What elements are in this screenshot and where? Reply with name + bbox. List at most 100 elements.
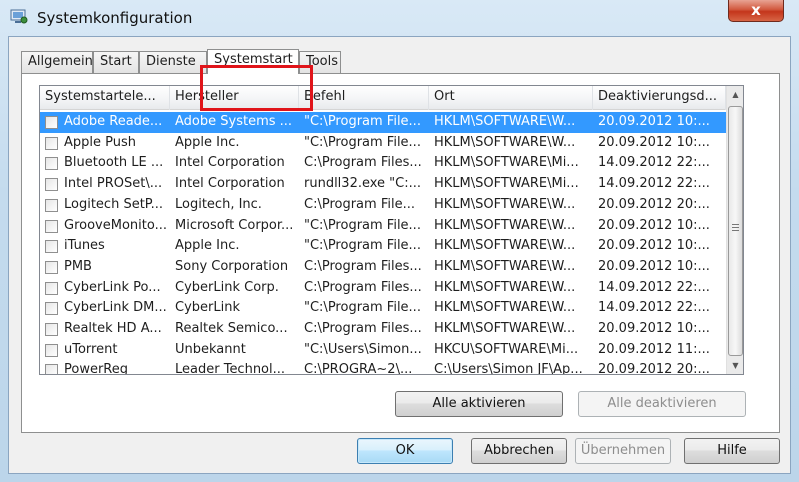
cell-location: HKCU\SOFTWARE\Mi... (434, 341, 579, 357)
table-row[interactable]: Realtek HD A... Realtek Semico... C:\Progr… (40, 319, 726, 340)
scrollbar-thumb[interactable] (728, 106, 743, 356)
cell-location: HKLM\SOFTWARE\Mi... (434, 176, 579, 192)
table-row[interactable]: Apple Push Apple Inc. "C:\Program File... H… (40, 133, 726, 154)
cell-startup-item: CyberLink DM... (64, 300, 167, 316)
cell-command: "C:\Program File... (304, 238, 421, 254)
cell-disabled-date: 14.09.2012 22:... (598, 300, 710, 316)
cell-disabled-date: 20.09.2012 11:... (598, 341, 710, 357)
list-header: Systemstartele... Hersteller Befehl Ort … (40, 86, 726, 110)
cell-disabled-date: 20.09.2012 10:... (598, 238, 710, 254)
cell-location: HKLM\SOFTWARE\W... (434, 258, 576, 274)
row-checkbox[interactable] (45, 260, 58, 274)
cell-manufacturer: Leader Technol... (175, 362, 286, 375)
table-row[interactable]: Intel PROSet\... Intel Corporation rundll3… (40, 174, 726, 195)
cell-location: HKLM\SOFTWARE\W... (434, 238, 576, 254)
cell-manufacturer: CyberLink (175, 300, 240, 316)
cell-disabled-date: 14.09.2012 22:... (598, 155, 710, 171)
cell-command: "C:\Program File... (304, 114, 421, 129)
table-row[interactable]: CyberLink DM... CyberLink "C:\Program File… (40, 298, 726, 319)
row-checkbox[interactable] (45, 178, 58, 192)
row-checkbox[interactable] (45, 302, 58, 316)
cell-manufacturer: Intel Corporation (175, 155, 285, 171)
table-row[interactable]: PowerReg Leader Technol... C:\PROGRA~2\...… (40, 360, 726, 375)
enable-all-button[interactable]: Alle aktivieren (395, 391, 563, 417)
table-row[interactable]: Logitech SetP... Logitech, Inc. C:\Program… (40, 195, 726, 216)
cell-manufacturer: Unbekannt (175, 341, 246, 357)
table-row[interactable]: GrooveMonito... Microsoft Corpor... "C:\Pr… (40, 216, 726, 237)
row-checkbox[interactable] (45, 136, 58, 150)
row-checkbox[interactable] (45, 343, 58, 357)
cell-command: C:\Program Files... (304, 258, 422, 274)
table-row[interactable]: PMB Sony Corporation C:\Program Files... HK… (40, 257, 726, 278)
row-checkbox[interactable] (45, 281, 58, 295)
cell-command: "C:\Program File... (304, 134, 421, 150)
table-row[interactable]: Bluetooth LE ... Intel Corporation C:\Prog… (40, 153, 726, 174)
cell-command: "C:\Program File... (304, 217, 421, 233)
cell-manufacturer: Apple Inc. (175, 238, 240, 254)
cell-disabled-date: 20.09.2012 10:... (598, 321, 710, 336)
cell-command: rundll32.exe "C:... (304, 176, 421, 192)
disable-all-button[interactable]: Alle deaktivieren (578, 391, 746, 417)
cell-startup-item: Adobe Reade... (64, 114, 163, 129)
cell-startup-item: GrooveMonito... (64, 217, 167, 233)
cell-disabled-date: 20.09.2012 10:... (598, 258, 710, 274)
column-header-disabled-date[interactable]: Deaktivierungsd... (593, 86, 726, 110)
annotation-highlight-box (200, 65, 313, 111)
cell-startup-item: Intel PROSet\... (64, 176, 163, 192)
tab-allgemein[interactable]: Allgemein (21, 51, 93, 73)
row-checkbox[interactable] (45, 198, 58, 212)
table-row[interactable]: CyberLink Po... CyberLink Corp. C:\Program… (40, 278, 726, 299)
cell-startup-item: CyberLink Po... (64, 279, 161, 295)
cell-disabled-date: 14.09.2012 22:... (598, 176, 710, 192)
table-row[interactable]: iTunes Apple Inc. "C:\Program File... HKLM\… (40, 236, 726, 257)
cell-disabled-date: 14.09.2012 22:... (598, 279, 710, 295)
cell-command: "C:\Program File... (304, 300, 421, 316)
cell-startup-item: iTunes (64, 238, 105, 254)
cell-location: HKLM\SOFTWARE\W... (434, 279, 576, 295)
cell-disabled-date: 20.09.2012 10:... (598, 114, 710, 129)
window-title: Systemkonfiguration (37, 9, 193, 27)
cell-location: HKLM\SOFTWARE\W... (434, 300, 576, 316)
help-button[interactable]: Hilfe (684, 438, 780, 464)
cell-startup-item: Bluetooth LE ... (64, 155, 164, 171)
cell-disabled-date: 20.09.2012 10:... (598, 217, 710, 233)
cell-manufacturer: CyberLink Corp. (175, 279, 279, 295)
row-checkbox[interactable] (45, 240, 58, 254)
title-bar[interactable]: Systemkonfiguration x (0, 0, 799, 36)
row-checkbox[interactable] (45, 157, 58, 171)
cell-disabled-date: 20.09.2012 20:... (598, 196, 710, 212)
apply-button[interactable]: Übernehmen (575, 438, 671, 464)
msconfig-window-icon (10, 9, 28, 25)
close-button[interactable]: x (728, 0, 784, 22)
cell-location: HKLM\SOFTWARE\W... (434, 321, 576, 336)
ok-button[interactable]: OK (357, 438, 453, 464)
cell-command: "C:\Users\Simon... (304, 341, 422, 357)
close-icon: x (751, 1, 761, 19)
cell-disabled-date: 20.09.2012 10:... (598, 134, 710, 150)
scroll-up-arrow-icon[interactable]: ▲ (727, 86, 743, 103)
startup-items-list[interactable]: Systemstartele... Hersteller Befehl Ort … (39, 85, 744, 375)
systemstart-panel: Systemstartele... Hersteller Befehl Ort … (21, 73, 780, 433)
table-row[interactable]: Adobe Reade... Adobe Systems ... "C:\Progr… (40, 112, 726, 133)
cell-startup-item: Logitech SetP... (64, 196, 164, 212)
table-row[interactable]: uTorrent Unbekannt "C:\Users\Simon... HKCU\… (40, 340, 726, 361)
cell-command: C:\Program Files... (304, 321, 422, 336)
cell-location: C:\Users\Simon JF\Ap... (434, 362, 583, 375)
tab-dienste[interactable]: Dienste (139, 51, 207, 73)
column-header-startup-item[interactable]: Systemstartele... (40, 86, 170, 110)
row-checkbox[interactable] (45, 116, 58, 129)
cell-manufacturer: Sony Corporation (175, 258, 289, 274)
column-header-location[interactable]: Ort (429, 86, 593, 110)
cell-location: HKLM\SOFTWARE\W... (434, 196, 576, 212)
tab-start[interactable]: Start (93, 51, 139, 73)
cell-startup-item: Apple Push (64, 134, 137, 150)
cell-startup-item: PowerReg (64, 362, 129, 375)
row-checkbox[interactable] (45, 219, 58, 233)
scroll-down-arrow-icon[interactable]: ▼ (727, 357, 743, 374)
cancel-button[interactable]: Abbrechen (471, 438, 567, 464)
row-checkbox[interactable] (45, 323, 58, 336)
cell-command: C:\PROGRA~2\... (304, 362, 413, 375)
row-checkbox[interactable] (45, 364, 58, 374)
vertical-scrollbar[interactable]: ▲ ▼ (726, 86, 743, 374)
column-header-command[interactable]: Befehl (299, 86, 429, 110)
